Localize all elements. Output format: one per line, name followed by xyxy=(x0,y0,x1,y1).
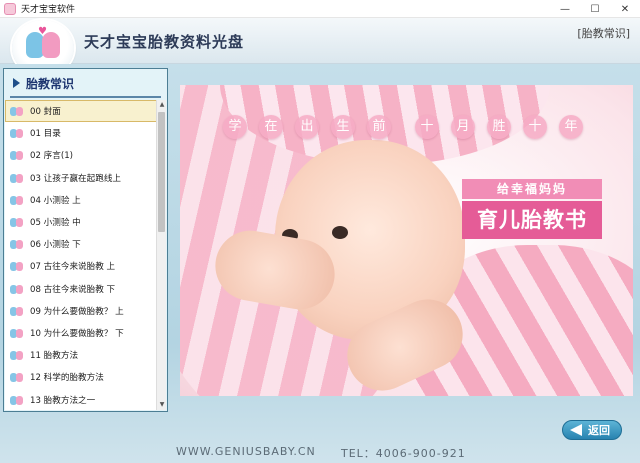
slogan-part-2: 十 月 胜 十 年 xyxy=(415,115,583,139)
slogan-char: 学 xyxy=(223,115,247,139)
babies-icon xyxy=(10,194,24,206)
window-controls: — ☐ ✕ xyxy=(550,0,640,18)
list-item[interactable]: 00 封面 xyxy=(5,100,157,123)
scroll-up-icon[interactable]: ▲ xyxy=(157,100,167,110)
slogan-char: 十 xyxy=(415,115,439,139)
sidebar-header: 胎教常识 xyxy=(4,69,167,99)
list-item[interactable]: 04 小测验 上 xyxy=(5,189,157,211)
sidebar: 胎教常识 00 封面 01 目录 02 序言(1) 03 让孩子赢在起跑线上 0… xyxy=(3,68,168,412)
app-header: ♥ 天才宝宝胎教资料光盘 [胎教常识] xyxy=(0,18,640,76)
list-item[interactable]: 08 古往今来说胎教 下 xyxy=(5,278,157,300)
maximize-button[interactable]: ☐ xyxy=(580,0,610,18)
slogan-circles: 学 在 出 生 前 十 月 胜 十 年 xyxy=(223,115,583,139)
window-title: 天才宝宝软件 xyxy=(21,5,76,15)
sidebar-title: 胎教常识 xyxy=(26,77,75,91)
list-item[interactable]: 05 小测验 中 xyxy=(5,211,157,233)
section-tag: [胎教常识] xyxy=(577,27,630,40)
babies-icon xyxy=(10,305,24,317)
list-scrollbar[interactable]: ▲ ▼ xyxy=(156,100,166,410)
babies-icon xyxy=(10,260,24,272)
minimize-button[interactable]: — xyxy=(550,0,580,18)
title-bar: 天才宝宝软件 — ☐ ✕ xyxy=(0,0,640,18)
slogan-char: 前 xyxy=(367,115,391,139)
footer: WWW.GENIUSBABY.CN TEL：4006-900-921 返回 xyxy=(0,420,640,463)
babies-icon xyxy=(10,216,24,228)
heart-icon: ♥ xyxy=(38,26,47,37)
list-item[interactable]: 07 古往今来说胎教 上 xyxy=(5,255,157,277)
slogan-part-1: 学 在 出 生 前 xyxy=(223,115,415,139)
content-area: 胎教常识 00 封面 01 目录 02 序言(1) 03 让孩子赢在起跑线上 0… xyxy=(0,64,640,463)
slogan-char: 胜 xyxy=(487,115,511,139)
babies-icon xyxy=(10,105,24,117)
scroll-thumb[interactable] xyxy=(158,112,165,232)
list-item[interactable]: 12 科学的胎教方法 xyxy=(5,366,157,388)
close-button[interactable]: ✕ xyxy=(610,0,640,18)
list-item[interactable]: 13 胎教方法之一 xyxy=(5,388,157,410)
slogan-char: 年 xyxy=(559,115,583,139)
list-item[interactable]: 01 目录 xyxy=(5,122,157,144)
chapter-list[interactable]: 00 封面 01 目录 02 序言(1) 03 让孩子赢在起跑线上 04 小测验… xyxy=(5,100,157,410)
babies-icon xyxy=(10,327,24,339)
book-title-box: 育儿胎教书 xyxy=(462,201,602,239)
babies-icon xyxy=(10,172,24,184)
website-url: WWW.GENIUSBABY.CN xyxy=(176,445,316,458)
slogan-char: 在 xyxy=(259,115,283,139)
babies-icon xyxy=(10,283,24,295)
scroll-down-icon[interactable]: ▼ xyxy=(157,400,167,410)
phone-number: TEL：4006-900-921 xyxy=(341,447,466,460)
slogan-char: 出 xyxy=(295,115,319,139)
slogan-char: 生 xyxy=(331,115,355,139)
babies-icon xyxy=(10,371,24,383)
app-name: 天才宝宝胎教资料光盘 xyxy=(84,33,245,51)
back-arrow-icon xyxy=(570,424,582,436)
back-label: 返回 xyxy=(588,424,610,437)
subtitle-box: 给幸福妈妈 xyxy=(462,179,602,199)
list-item[interactable]: 06 小测验 下 xyxy=(5,233,157,255)
slogan-char: 月 xyxy=(451,115,475,139)
app-icon xyxy=(4,2,16,15)
babies-icon xyxy=(10,349,24,361)
sidebar-divider xyxy=(10,96,161,98)
triangle-arrow-icon xyxy=(13,78,20,88)
list-item[interactable]: 11 胎教方法 xyxy=(5,344,157,366)
list-item[interactable]: 09 为什么要做胎教？ 上 xyxy=(5,300,157,322)
babies-icon xyxy=(10,238,24,250)
cover-image: 学 在 出 生 前 十 月 胜 十 年 给幸福妈妈 育儿胎教书 xyxy=(180,85,633,396)
back-button[interactable]: 返回 xyxy=(562,420,622,440)
baby-eye-right xyxy=(332,226,348,239)
list-item[interactable]: 03 让孩子赢在起跑线上 xyxy=(5,167,157,189)
babies-icon xyxy=(10,127,24,139)
list-item[interactable]: 10 为什么要做胎教？ 下 xyxy=(5,322,157,344)
list-item[interactable]: 02 序言(1) xyxy=(5,144,157,166)
slogan-char: 十 xyxy=(523,115,547,139)
babies-icon xyxy=(10,394,24,406)
babies-icon xyxy=(10,149,24,161)
